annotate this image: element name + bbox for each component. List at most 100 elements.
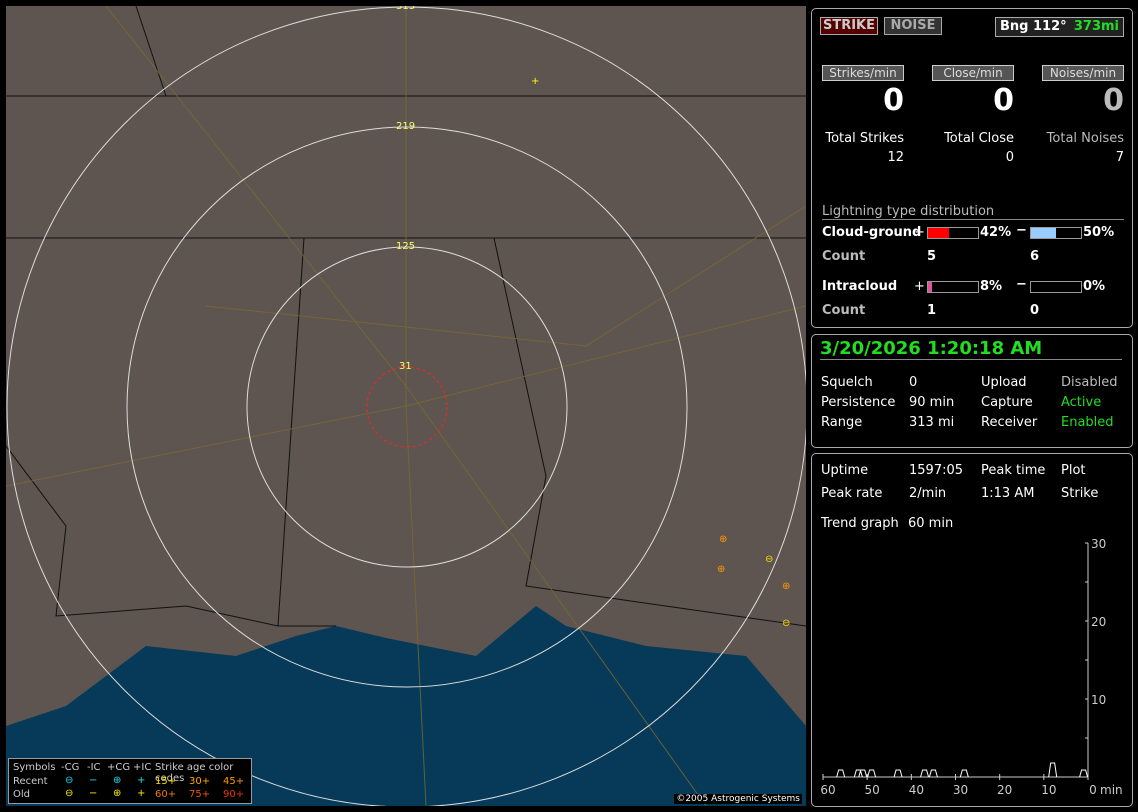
strike-rate-mark: [853, 769, 863, 778]
info-panel: 3/20/2026 1:20:18 AM Squelch 0 Upload Disab…: [811, 334, 1133, 448]
svg-text:⊕: ⊕: [719, 534, 727, 545]
noises-per-min-label: Noises/min: [1042, 65, 1124, 81]
strike-map[interactable]: + ⊕ ⊕ ⊖ ⊕ ⊖ 313 219 125 31 ©2005 Astrogenic …: [6, 6, 806, 806]
bearing: Bng 112°: [1000, 19, 1067, 34]
cg-positive-bar: [927, 227, 979, 239]
distance: 373mi: [1073, 19, 1119, 34]
total-strikes: 12: [887, 150, 904, 165]
datetime: 3/20/2026 1:20:18 AM: [820, 338, 1122, 360]
noise-button[interactable]: NOISE: [884, 17, 942, 35]
strike-rate-mark: [1048, 762, 1058, 778]
minus-cg-old-icon: ⊖: [65, 788, 74, 799]
age-code: 90+: [223, 789, 245, 800]
x-tick-label: 10: [1041, 783, 1056, 797]
strike-rate-mark: [928, 769, 938, 778]
ic-negative-bar: [1030, 281, 1082, 293]
info-cell: Enabled: [1061, 415, 1114, 430]
svg-text:⊕: ⊕: [717, 564, 725, 575]
legend-recent: Recent: [13, 776, 48, 787]
stat-cell: 2/min: [909, 486, 947, 501]
ic-negative-pct: 0%: [1083, 279, 1106, 294]
x-tick-label: 40: [909, 783, 924, 797]
cg-positive-count: 5: [927, 249, 937, 264]
ic-positive-bar: [927, 281, 979, 293]
y-tick-label: 10: [1091, 693, 1106, 707]
trend-label: Trend graph: [821, 516, 899, 531]
info-cell: Active: [1061, 395, 1102, 410]
svg-text:⊖: ⊖: [782, 618, 790, 629]
minus-cg-recent-icon: ⊖: [65, 775, 74, 786]
age-code: 45+: [223, 776, 245, 787]
plus-cg-old-icon: ⊕: [113, 788, 122, 799]
svg-text:+: +: [531, 76, 539, 87]
ring-label-219: 219: [396, 121, 416, 132]
plus-cg-recent-icon: ⊕: [113, 775, 122, 786]
plus-ic-old-icon: +: [137, 788, 146, 799]
strike-rate-mark: [858, 769, 868, 778]
total-noises-label: Total Noises: [1046, 131, 1124, 146]
ic-label: Intracloud: [822, 279, 898, 294]
strikes-per-min: 0: [883, 83, 904, 118]
counts-panel: STRIKE NOISE Bng 112° 373mi Strikes/min …: [811, 8, 1133, 328]
stat-cell: Plot: [1061, 463, 1086, 478]
minus-ic-recent-icon: −: [89, 775, 98, 786]
stat-cell: Peak rate: [821, 486, 883, 501]
legend-col: -CG: [61, 762, 80, 773]
distribution-title: Lightning type distribution: [822, 204, 1124, 220]
x-tick-label: 20: [997, 783, 1012, 797]
svg-text:⊖: ⊖: [765, 554, 773, 565]
stat-cell: Uptime: [821, 463, 869, 478]
ic-count-label: Count: [822, 303, 866, 318]
strike-rate-mark: [920, 769, 930, 778]
info-cell: Range: [821, 415, 863, 430]
age-code: 15+: [155, 776, 177, 787]
info-cell: Persistence: [821, 395, 896, 410]
x-tick-label: 50: [865, 783, 880, 797]
stat-cell: Peak time: [981, 463, 1046, 478]
ring-label-125: 125: [396, 241, 416, 252]
close-per-min: 0: [993, 83, 1014, 118]
info-cell: 90 min: [909, 395, 955, 410]
plus-ic-recent-icon: +: [137, 775, 146, 786]
cg-positive-pct: 42%: [980, 225, 1012, 240]
age-code: 75+: [189, 789, 211, 800]
cg-negative-bar: [1030, 227, 1082, 239]
x-tick-label: 0: [1089, 783, 1097, 797]
stat-cell: Strike: [1061, 486, 1099, 501]
strikes-per-min-label: Strikes/min: [822, 65, 904, 81]
legend-col: +IC: [133, 762, 152, 773]
ic-positive-count: 1: [927, 303, 937, 318]
ring-label-313: 313: [396, 6, 416, 12]
strike-rate-mark: [1079, 769, 1089, 778]
info-cell: Receiver: [981, 415, 1038, 430]
legend-col: +CG: [107, 762, 131, 773]
x-unit-label: min: [1100, 783, 1123, 797]
trend-graph: 60 50 40 30 20 10 0 min 30 20 10: [820, 537, 1123, 797]
info-cell: Upload: [981, 375, 1027, 390]
legend-title: Symbols: [13, 762, 56, 773]
strike-button[interactable]: STRIKE: [820, 17, 878, 35]
trend-value: 60 min: [908, 516, 954, 531]
age-code: 60+: [155, 789, 177, 800]
stat-cell: 1597:05: [909, 463, 964, 478]
stat-cell: 1:13 AM: [981, 486, 1035, 501]
strike-rate-mark: [867, 769, 877, 778]
minus-ic-old-icon: −: [89, 788, 98, 799]
x-tick-label: 60: [820, 783, 835, 797]
copyright: ©2005 Astrogenic Systems: [674, 794, 802, 804]
info-cell: 313 mi: [909, 415, 955, 430]
ring-label-31: 31: [399, 361, 412, 372]
total-close: 0: [1005, 150, 1014, 165]
total-close-label: Total Close: [944, 131, 1014, 146]
y-tick-label: 30: [1091, 537, 1106, 551]
svg-text:⊕: ⊕: [782, 581, 790, 592]
cg-negative-pct: 50%: [1083, 225, 1115, 240]
symbol-legend: Symbols -CG -IC +CG +IC Strike age color…: [8, 758, 252, 804]
legend-col: -IC: [87, 762, 101, 773]
cg-negative-count: 6: [1030, 249, 1040, 264]
cg-count-label: Count: [822, 249, 866, 264]
legend-old: Old: [13, 789, 30, 800]
total-strikes-label: Total Strikes: [825, 131, 904, 146]
cg-label: Cloud-ground: [822, 225, 922, 240]
noises-per-min: 0: [1103, 83, 1124, 118]
